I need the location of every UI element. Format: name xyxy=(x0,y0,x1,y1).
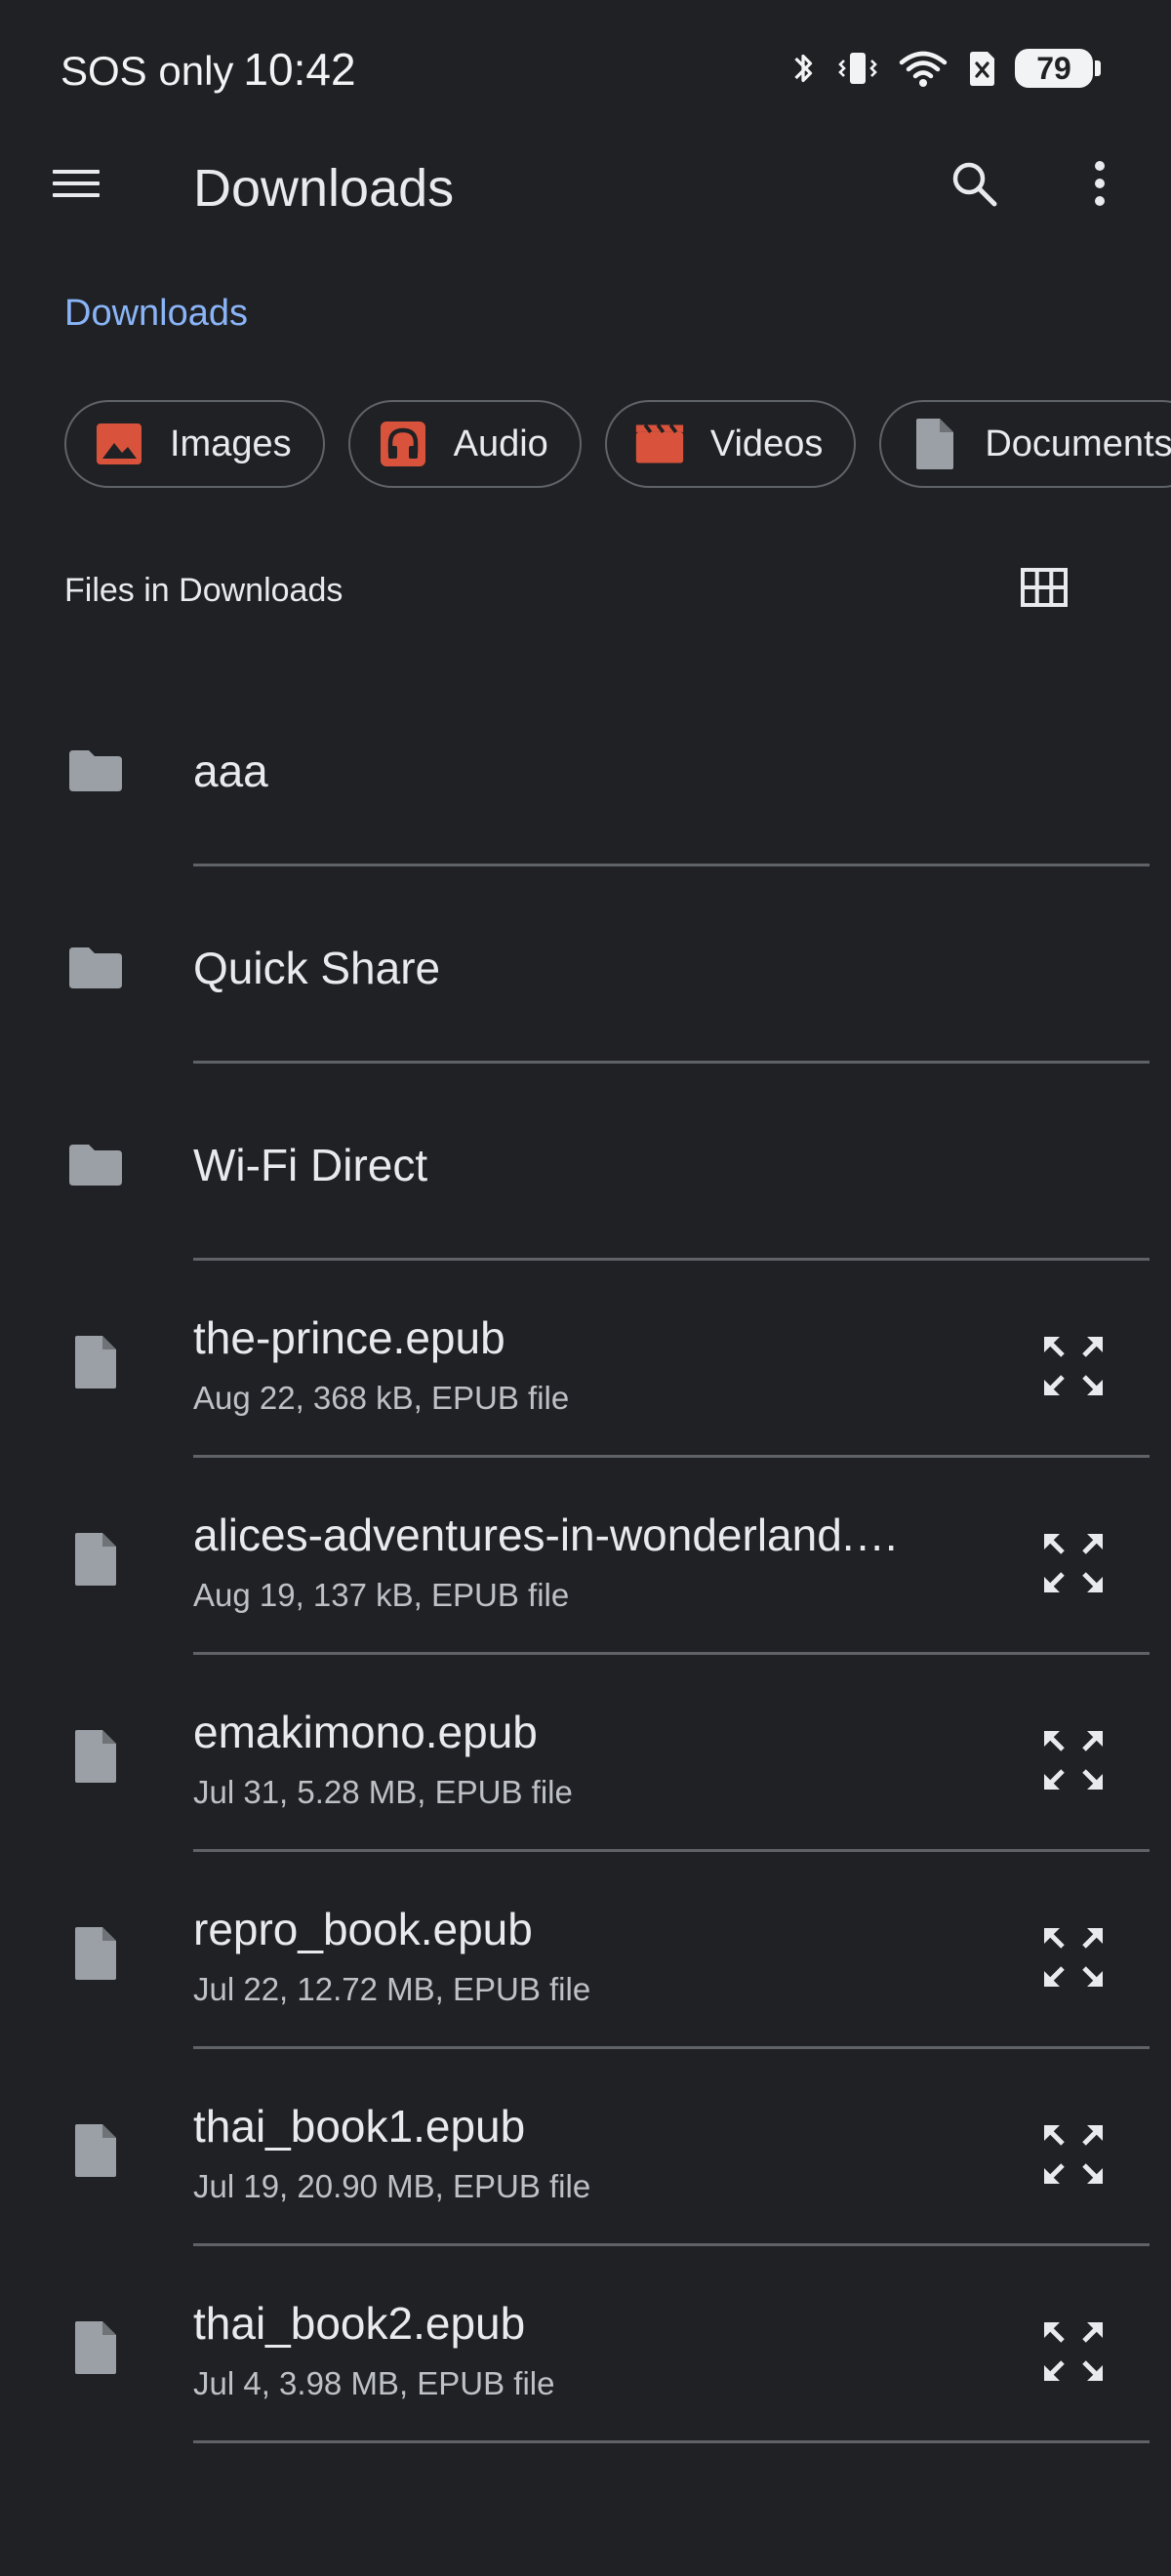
headphones-icon xyxy=(378,419,428,469)
chip-images[interactable]: Images xyxy=(64,400,325,488)
battery-indicator: 79 xyxy=(1015,49,1101,88)
file-icon xyxy=(64,1725,127,1788)
expand-icon xyxy=(1044,2125,1103,2184)
list-item-folder[interactable]: Quick Share xyxy=(0,866,1171,1064)
item-name: Wi-Fi Direct xyxy=(193,1140,428,1190)
chip-label: Documents xyxy=(985,423,1171,464)
list-item-file[interactable]: thai_book1.epub Jul 19, 20.90 MB, EPUB f… xyxy=(0,2049,1171,2246)
vibrate-icon xyxy=(835,49,880,88)
wifi-icon xyxy=(898,49,949,88)
grid-view-icon xyxy=(1021,567,1068,612)
list-item-file[interactable]: alices-adventures-in-wonderland.epub Aug… xyxy=(0,1458,1171,1655)
chip-videos[interactable]: Videos xyxy=(604,400,857,488)
battery-level: 79 xyxy=(1015,49,1093,88)
item-name: aaa xyxy=(193,745,268,796)
folder-icon xyxy=(64,1134,127,1196)
filter-chips: Images Audio Videos Documents xyxy=(64,400,1171,488)
status-icons: 79 xyxy=(788,49,1101,88)
search-button[interactable] xyxy=(937,154,1011,217)
document-icon xyxy=(909,419,959,469)
carrier-text: SOS only xyxy=(61,48,234,94)
folder-icon xyxy=(64,740,127,802)
list-item-folder[interactable]: Wi-Fi Direct xyxy=(0,1064,1171,1261)
chip-label: Audio xyxy=(453,423,548,464)
item-name: Quick Share xyxy=(193,943,441,993)
file-icon xyxy=(64,2316,127,2379)
file-icon xyxy=(64,1528,127,1590)
chip-documents[interactable]: Documents xyxy=(879,400,1171,488)
list-item-file[interactable]: the-prince.epub Aug 22, 368 kB, EPUB fil… xyxy=(0,1261,1171,1458)
expand-icon xyxy=(1044,1337,1103,1395)
preview-button[interactable] xyxy=(1036,1329,1110,1403)
image-icon xyxy=(94,419,144,469)
divider xyxy=(193,2440,1150,2443)
file-icon xyxy=(64,1331,127,1393)
chip-audio[interactable]: Audio xyxy=(347,400,582,488)
breadcrumb[interactable]: Downloads xyxy=(64,293,248,335)
folder-icon xyxy=(64,937,127,999)
item-name: repro_book.epub xyxy=(193,1904,533,1954)
no-sim-icon xyxy=(966,49,997,88)
file-icon xyxy=(64,1922,127,1985)
item-meta: Jul 19, 20.90 MB, EPUB file xyxy=(193,2168,591,2204)
item-meta: Aug 22, 368 kB, EPUB file xyxy=(193,1380,570,1416)
item-name: alices-adventures-in-wonderland.epub xyxy=(193,1509,915,1560)
expand-icon xyxy=(1044,1928,1103,1987)
app-bar: Downloads xyxy=(0,137,1171,234)
file-icon xyxy=(64,2119,127,2182)
preview-button[interactable] xyxy=(1036,1920,1110,1994)
clock: 10:42 xyxy=(243,44,356,95)
movie-icon xyxy=(634,419,685,469)
menu-icon xyxy=(51,164,101,208)
status-bar: SOS only 10:42 79 xyxy=(0,0,1171,137)
item-name: the-prince.epub xyxy=(193,1312,505,1363)
search-icon xyxy=(949,158,999,214)
menu-button[interactable] xyxy=(39,156,113,215)
list-item-folder[interactable]: aaa xyxy=(0,669,1171,866)
file-list: aaa Quick Share Wi-Fi Direct the-prince.… xyxy=(0,669,1171,2443)
chip-label: Videos xyxy=(709,423,824,464)
list-item-file[interactable]: repro_book.epub Jul 22, 12.72 MB, EPUB f… xyxy=(0,1852,1171,2049)
chip-label: Images xyxy=(170,423,292,464)
item-meta: Aug 19, 137 kB, EPUB file xyxy=(193,1577,570,1613)
list-item-file[interactable]: emakimono.epub Jul 31, 5.28 MB, EPUB fil… xyxy=(0,1655,1171,1852)
item-name: thai_book1.epub xyxy=(193,2101,526,2152)
preview-button[interactable] xyxy=(1036,2117,1110,2192)
expand-icon xyxy=(1044,2322,1103,2381)
battery-cap xyxy=(1095,60,1101,76)
more-vert-icon xyxy=(1092,158,1108,214)
page-title: Downloads xyxy=(193,159,455,218)
preview-button[interactable] xyxy=(1036,1723,1110,1797)
status-left: SOS only 10:42 xyxy=(61,43,356,96)
item-meta: Jul 22, 12.72 MB, EPUB file xyxy=(193,1971,591,2007)
preview-button[interactable] xyxy=(1036,2314,1110,2389)
list-item-file[interactable]: thai_book2.epub Jul 4, 3.98 MB, EPUB fil… xyxy=(0,2246,1171,2443)
preview-button[interactable] xyxy=(1036,1526,1110,1600)
item-name: emakimono.epub xyxy=(193,1707,538,1757)
bluetooth-icon xyxy=(788,49,818,88)
more-options-button[interactable] xyxy=(1066,154,1134,217)
item-meta: Jul 4, 3.98 MB, EPUB file xyxy=(193,2365,555,2401)
section-title: Files in Downloads xyxy=(64,572,343,609)
expand-icon xyxy=(1044,1534,1103,1592)
grid-view-toggle[interactable] xyxy=(1015,562,1073,617)
item-name: thai_book2.epub xyxy=(193,2298,526,2349)
item-meta: Jul 31, 5.28 MB, EPUB file xyxy=(193,1774,573,1810)
expand-icon xyxy=(1044,1731,1103,1790)
